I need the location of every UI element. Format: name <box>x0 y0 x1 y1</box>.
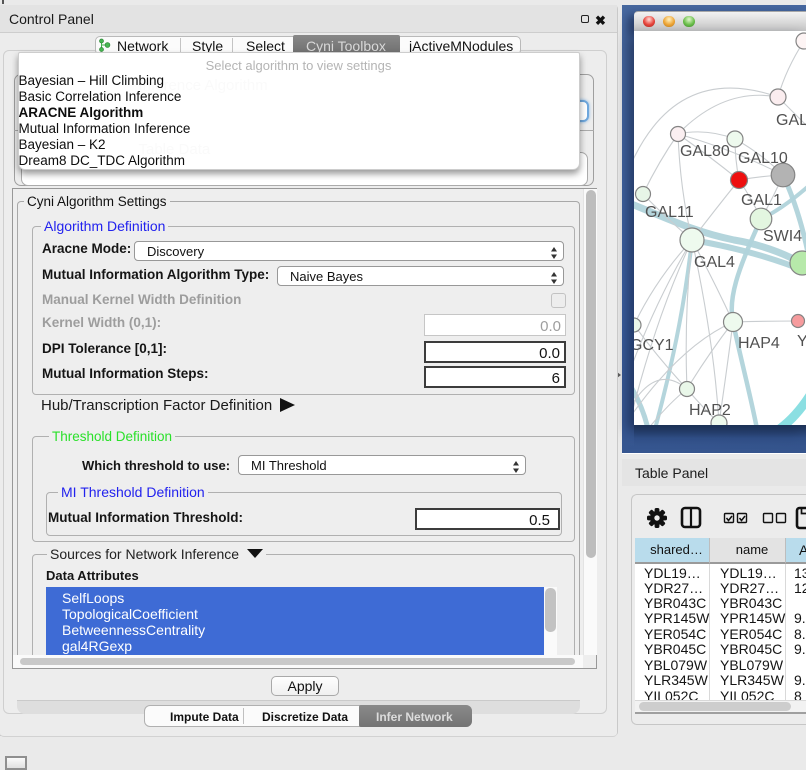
svg-text:Y: Y <box>797 333 806 350</box>
svg-text:GAL80: GAL80 <box>680 143 730 160</box>
svg-text:GAL4: GAL4 <box>694 254 735 271</box>
svg-text:GAL1: GAL1 <box>741 192 782 209</box>
svg-text:GAL10: GAL10 <box>738 150 788 167</box>
svg-text:GAL11: GAL11 <box>645 204 694 221</box>
svg-text:GAL7: GAL7 <box>776 112 806 129</box>
svg-text:SWI4: SWI4 <box>763 228 802 245</box>
svg-text:GCY1: GCY1 <box>634 337 674 354</box>
svg-text:HAP4: HAP4 <box>738 335 780 352</box>
svg-text:HAP2: HAP2 <box>689 402 731 419</box>
